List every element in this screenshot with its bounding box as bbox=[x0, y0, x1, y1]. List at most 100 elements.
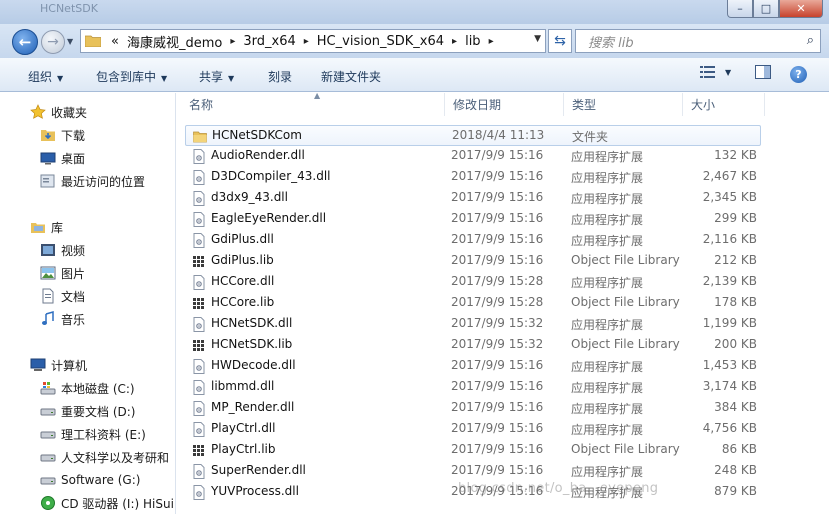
file-name: libmmd.dll bbox=[211, 379, 275, 393]
chevron-right-icon[interactable]: ▸ bbox=[226, 36, 239, 47]
file-row[interactable]: GdiPlus.lib 2017/9/9 15:16 Object File Lib… bbox=[185, 251, 761, 272]
file-row[interactable]: AudioRender.dll 2017/9/9 15:16 应用程序扩展 132 K… bbox=[185, 146, 761, 167]
sidebar-item-documents[interactable]: 文档 bbox=[40, 285, 85, 307]
refresh-button[interactable]: ⇆ bbox=[548, 29, 572, 53]
sidebar-computer[interactable]: 计算机 bbox=[30, 354, 87, 376]
watermark-text: blog.csdn.net/o_ha...eyepeng bbox=[458, 481, 659, 496]
column-header-size[interactable]: 大小 bbox=[683, 93, 765, 116]
file-row[interactable]: GdiPlus.dll 2017/9/9 15:16 应用程序扩展 2,116 KB bbox=[185, 230, 761, 251]
file-row[interactable]: HCCore.dll 2017/9/9 15:28 应用程序扩展 2,139 KB bbox=[185, 272, 761, 293]
sidebar-libraries[interactable]: 库 bbox=[30, 216, 63, 238]
file-row[interactable]: libmmd.dll 2017/9/9 15:16 应用程序扩展 3,174 KB bbox=[185, 377, 761, 398]
sidebar-item-drive-c[interactable]: 本地磁盘 (C:) bbox=[40, 377, 135, 399]
sidebar-item-drive-g[interactable]: Software (G:) bbox=[40, 469, 140, 491]
search-input[interactable]: 搜索 lib ⌕ bbox=[575, 29, 821, 53]
help-button[interactable]: ? bbox=[790, 66, 807, 83]
view-options-button[interactable]: ▼ bbox=[700, 65, 731, 79]
file-row[interactable]: PlayCtrl.dll 2017/9/9 15:16 应用程序扩展 4,756 KB bbox=[185, 419, 761, 440]
column-header-type[interactable]: 类型 bbox=[564, 93, 683, 116]
file-date: 2017/9/9 15:16 bbox=[451, 421, 544, 435]
search-icon[interactable]: ⌕ bbox=[807, 33, 814, 48]
file-row[interactable]: PlayCtrl.lib 2017/9/9 15:16 Object File Li… bbox=[185, 440, 761, 461]
file-type: 应用程序扩展 bbox=[571, 465, 644, 479]
file-name: d3dx9_43.dll bbox=[211, 190, 288, 204]
file-row[interactable]: D3DCompiler_43.dll 2017/9/9 15:16 应用程序扩展 2,… bbox=[185, 167, 761, 188]
breadcrumb-item[interactable]: lib bbox=[461, 34, 484, 49]
sidebar-label: CD 驱动器 (I:) HiSui bbox=[61, 496, 174, 511]
address-dropdown-icon[interactable]: ▼ bbox=[534, 34, 541, 44]
star-icon bbox=[30, 104, 46, 120]
breadcrumb-item[interactable]: 3rd_x64 bbox=[239, 34, 299, 49]
folder-icon bbox=[193, 129, 207, 144]
file-row[interactable]: SuperRender.dll 2017/9/9 15:16 应用程序扩展 248 K… bbox=[185, 461, 761, 482]
share-menu[interactable]: 共享 ▼ bbox=[199, 68, 234, 85]
sidebar-item-drive-d[interactable]: 重要文档 (D:) bbox=[40, 400, 135, 422]
preview-pane-button[interactable] bbox=[755, 65, 771, 79]
file-name: PlayCtrl.lib bbox=[211, 442, 276, 456]
dll-file-icon bbox=[192, 170, 206, 185]
file-size: 3,174 KB bbox=[702, 379, 757, 393]
minimize-button[interactable]: – bbox=[727, 0, 753, 18]
breadcrumb-overflow[interactable]: « bbox=[107, 34, 123, 49]
navigation-pane: 收藏夹 下载 桌面 最近访问的位置 库 视频 图片 文档 音乐 计算机 本地磁盘… bbox=[0, 93, 176, 514]
recent-pages-dropdown[interactable]: ▼ bbox=[67, 37, 73, 46]
file-date: 2017/9/9 15:28 bbox=[451, 274, 544, 288]
file-row[interactable]: HCNetSDKCom 2018/4/4 11:13 文件夹 bbox=[185, 125, 761, 146]
file-row[interactable]: HCNetSDK.lib 2017/9/9 15:32 Object File Li… bbox=[185, 335, 761, 356]
file-size: 2,139 KB bbox=[702, 274, 757, 288]
dropdown-arrow-icon: ▼ bbox=[57, 74, 64, 83]
sidebar-item-drive-e[interactable]: 理工科资料 (E:) bbox=[40, 423, 146, 445]
file-name: YUVProcess.dll bbox=[211, 484, 299, 498]
file-row[interactable]: HCCore.lib 2017/9/9 15:28 Object File Libr… bbox=[185, 293, 761, 314]
sidebar-item-pictures[interactable]: 图片 bbox=[40, 262, 85, 284]
column-header-date[interactable]: 修改日期 bbox=[445, 93, 564, 116]
sidebar-item-drive-i[interactable]: CD 驱动器 (I:) HiSui bbox=[40, 492, 174, 514]
column-header-name[interactable]: 名称 ▲ bbox=[181, 93, 445, 116]
file-row[interactable]: HCNetSDK.dll 2017/9/9 15:32 应用程序扩展 1,199 KB bbox=[185, 314, 761, 335]
file-row[interactable]: HWDecode.dll 2017/9/9 15:16 应用程序扩展 1,453 KB bbox=[185, 356, 761, 377]
sidebar-item-drive-f[interactable]: 人文科学以及考研和 bbox=[40, 446, 169, 468]
file-type: 应用程序扩展 bbox=[571, 213, 644, 227]
arrow-right-icon: → bbox=[47, 34, 59, 50]
sidebar-item-music[interactable]: 音乐 bbox=[40, 308, 85, 330]
downloads-folder-icon bbox=[40, 127, 56, 143]
close-button[interactable]: ✕ bbox=[779, 0, 823, 18]
address-bar[interactable]: « 海康威视_demo ▸ 3rd_x64 ▸ HC_vision_SDK_x6… bbox=[80, 29, 546, 53]
file-row[interactable]: MP_Render.dll 2017/9/9 15:16 应用程序扩展 384 KB bbox=[185, 398, 761, 419]
file-name: HCCore.lib bbox=[211, 295, 275, 309]
breadcrumb-item[interactable]: 海康威视_demo bbox=[123, 32, 226, 51]
dll-file-icon bbox=[192, 485, 206, 500]
organize-menu[interactable]: 组织 ▼ bbox=[28, 68, 63, 85]
back-button[interactable]: ← bbox=[12, 29, 38, 55]
chevron-right-icon[interactable]: ▸ bbox=[485, 36, 498, 47]
new-folder-button[interactable]: 新建文件夹 bbox=[321, 68, 381, 85]
sidebar-item-desktop[interactable]: 桌面 bbox=[40, 147, 85, 169]
library-file-icon bbox=[192, 254, 206, 269]
sidebar-label: 下载 bbox=[61, 128, 86, 143]
cd-drive-icon bbox=[40, 495, 56, 511]
breadcrumb-item[interactable]: HC_vision_SDK_x64 bbox=[313, 34, 448, 49]
sidebar-item-recent-places[interactable]: 最近访问的位置 bbox=[40, 170, 145, 192]
dll-file-icon bbox=[192, 464, 206, 479]
forward-button[interactable]: → bbox=[41, 30, 65, 54]
file-date: 2017/9/9 15:32 bbox=[451, 337, 544, 351]
dll-file-icon bbox=[192, 422, 206, 437]
file-name: HCNetSDK.dll bbox=[211, 316, 293, 330]
picture-icon bbox=[40, 265, 56, 281]
file-row[interactable]: EagleEyeRender.dll 2017/9/9 15:16 应用程序扩展 29… bbox=[185, 209, 761, 230]
sidebar-item-downloads[interactable]: 下载 bbox=[40, 124, 85, 146]
burn-button[interactable]: 刻录 bbox=[268, 68, 292, 85]
refresh-icon: ⇆ bbox=[554, 33, 566, 49]
file-date: 2017/9/9 15:16 bbox=[451, 232, 544, 246]
include-in-library-menu[interactable]: 包含到库中 ▼ bbox=[96, 68, 167, 85]
sort-ascending-icon: ▲ bbox=[314, 93, 321, 100]
file-row[interactable]: d3dx9_43.dll 2017/9/9 15:16 应用程序扩展 2,345 KB bbox=[185, 188, 761, 209]
maximize-button[interactable]: □ bbox=[753, 0, 779, 18]
file-date: 2017/9/9 15:16 bbox=[451, 190, 544, 204]
recent-places-icon bbox=[40, 173, 56, 189]
sidebar-favorites[interactable]: 收藏夹 bbox=[30, 101, 87, 123]
chevron-right-icon[interactable]: ▸ bbox=[448, 36, 461, 47]
sidebar-item-videos[interactable]: 视频 bbox=[40, 239, 85, 261]
search-placeholder: 搜索 lib bbox=[588, 35, 634, 51]
chevron-right-icon[interactable]: ▸ bbox=[300, 36, 313, 47]
